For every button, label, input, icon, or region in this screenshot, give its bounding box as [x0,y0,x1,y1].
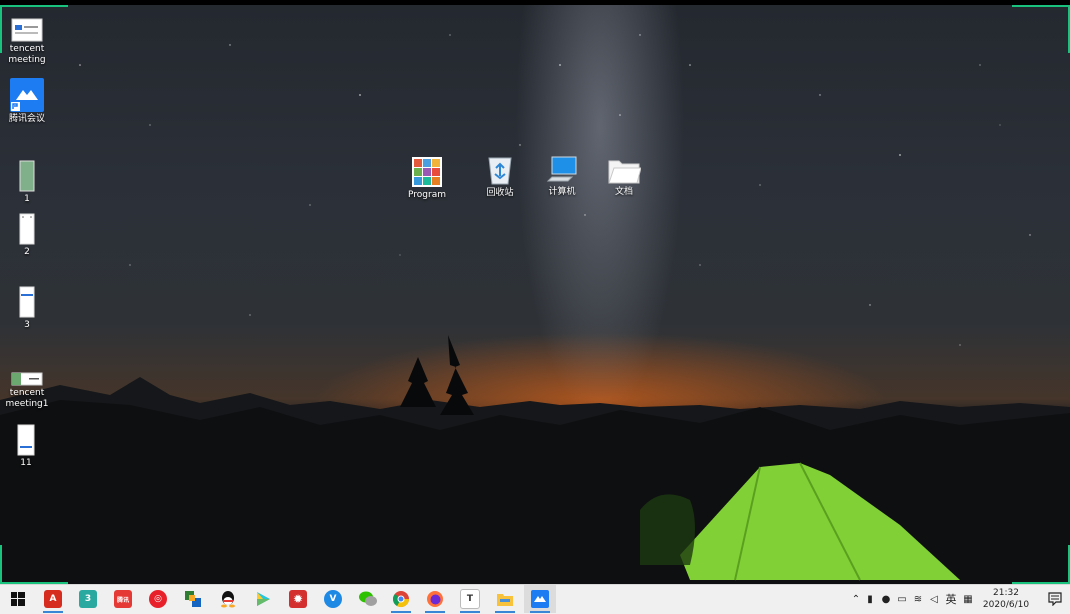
desktop-icon-label: meeting [8,55,46,65]
volume-icon[interactable]: ◁ [926,594,942,605]
play-icon [257,592,270,606]
desktop-icon-label: 1 [24,194,30,204]
text-t-icon: T [460,589,480,609]
battery-icon[interactable]: ▭ [894,594,910,605]
wechat-icon [359,591,377,606]
file-explorer-icon [497,594,513,606]
tencent-meeting-icon [531,590,549,608]
start-button[interactable] [2,585,34,613]
v-app-icon: V [324,590,342,608]
clock[interactable]: 21:32 2020/6/10 [976,587,1036,611]
clock-date: 2020/6/10 [982,600,1030,610]
desktop-icon-label: meeting1 [5,399,49,409]
settings-red-icon: ✹ [289,590,307,608]
desktop-icon-2[interactable]: 2 [0,213,57,258]
taskbar-app-text-t[interactable]: T [454,585,486,613]
tencent-meeting-doc-icon [11,18,43,42]
taskbar-app-multi-window[interactable] [177,585,209,613]
clock-time: 21:32 [993,588,1019,598]
taskbar-app-v[interactable]: V [317,585,349,613]
app-3-icon: 3 [79,590,97,608]
taskbar-app-wechat[interactable] [352,585,384,613]
taskbar-app-play[interactable] [247,585,279,613]
acrobat-icon: A [44,590,62,608]
desktop-icon-label: 11 [20,458,32,468]
taskbar-app-red[interactable]: 腾讯 [107,585,139,613]
windows-start-icon [11,592,25,606]
system-tray: ⌃ ▮ ● ▭ ≋ ◁ 英 ▦ [850,585,976,613]
netease-music-icon: ◎ [149,590,167,608]
desktop-icon-label: 计算机 [548,187,576,197]
desktop-icon-recycle-bin[interactable]: 回收站 [470,154,530,199]
keyboard-icon[interactable]: ▦ [960,594,976,605]
microphone-icon[interactable]: ▮ [862,594,878,605]
desktop-icon-computer[interactable]: 计算机 [532,155,592,198]
desktop-icon-label: 3 [24,320,30,330]
corner-accent-top-right [1012,5,1070,7]
wifi-icon[interactable]: ≋ [910,594,926,605]
phone-screenshot-icon [19,213,35,245]
app-red-icon: 腾讯 [114,590,132,608]
taskbar-app-settings-red[interactable]: ✹ [282,585,314,613]
mountain-landscape [0,335,1070,584]
multi-window-icon [185,591,201,607]
taskbar-app-3[interactable]: 3 [72,585,104,613]
desktop-icon-program[interactable]: Program [397,156,457,201]
chevron-up-icon[interactable]: ⌃ [850,594,862,605]
desktop-icon-tencent-meeting1[interactable]: tencent meeting1 [0,372,57,410]
folder-icon [608,160,641,184]
taskbar-app-netease-music[interactable]: ◎ [142,585,174,613]
taskbar: A 3 腾讯 ◎ ✹ V T ⌃ ▮ ● ▭ ≋ ◁ 英 ▦ 21:32 202… [0,584,1070,614]
desktop-icon-documents[interactable]: 文档 [594,155,654,198]
desktop-icon-label: tencent [9,44,45,54]
desktop-icon-tencent-meeting[interactable]: tencent meeting [0,18,57,66]
desktop-icon-3[interactable]: 3 [0,286,57,331]
taskbar-app-qq[interactable] [212,585,244,613]
qq-icon [221,591,235,608]
phone-screenshot-icon [19,160,35,192]
taskbar-app-tencent-meeting[interactable] [524,585,556,613]
desktop-icon-label: 回收站 [486,188,514,198]
desktop-icon-label: 2 [24,247,30,257]
desktop-icon-11[interactable]: 11 [0,424,56,469]
desktop-icon-tengxun-huiyi[interactable]: 腾讯会议 [0,78,57,125]
wallpaper [0,5,1070,584]
phone-screenshot-icon [19,286,35,318]
notification-center-button[interactable] [1040,585,1070,613]
notification-icon [1048,592,1062,606]
taskbar-app-firefox[interactable] [419,585,451,613]
tencent-meeting-doc-icon [11,372,43,386]
desktop-icon-1[interactable]: 1 [0,160,57,205]
firefox-icon [427,591,443,607]
corner-accent-bottom-left [0,545,2,584]
ime-language-indicator[interactable]: 英 [942,591,960,607]
taskbar-app-chrome[interactable] [385,585,417,613]
qq-tray-icon[interactable]: ● [878,594,894,605]
desktop-icon-label: 文档 [614,187,633,197]
desktop-screen: tencent meeting 腾讯会议 1 2 3 tencent meeti… [0,0,1070,614]
corner-accent-top-left [0,5,68,7]
desktop-icon-label: Program [408,190,446,200]
desktop-icon-label: tencent [9,388,45,398]
taskbar-app-file-explorer[interactable] [489,585,521,613]
recycle-bin-icon [488,157,512,185]
computer-icon [546,156,577,182]
chrome-icon [392,591,410,608]
tencent-meeting-app-icon [10,78,44,112]
desktop-icon-label: 腾讯会议 [8,114,45,124]
program-grid-icon [412,157,442,187]
taskbar-app-acrobat[interactable]: A [37,585,69,613]
phone-screenshot-icon [17,424,35,456]
